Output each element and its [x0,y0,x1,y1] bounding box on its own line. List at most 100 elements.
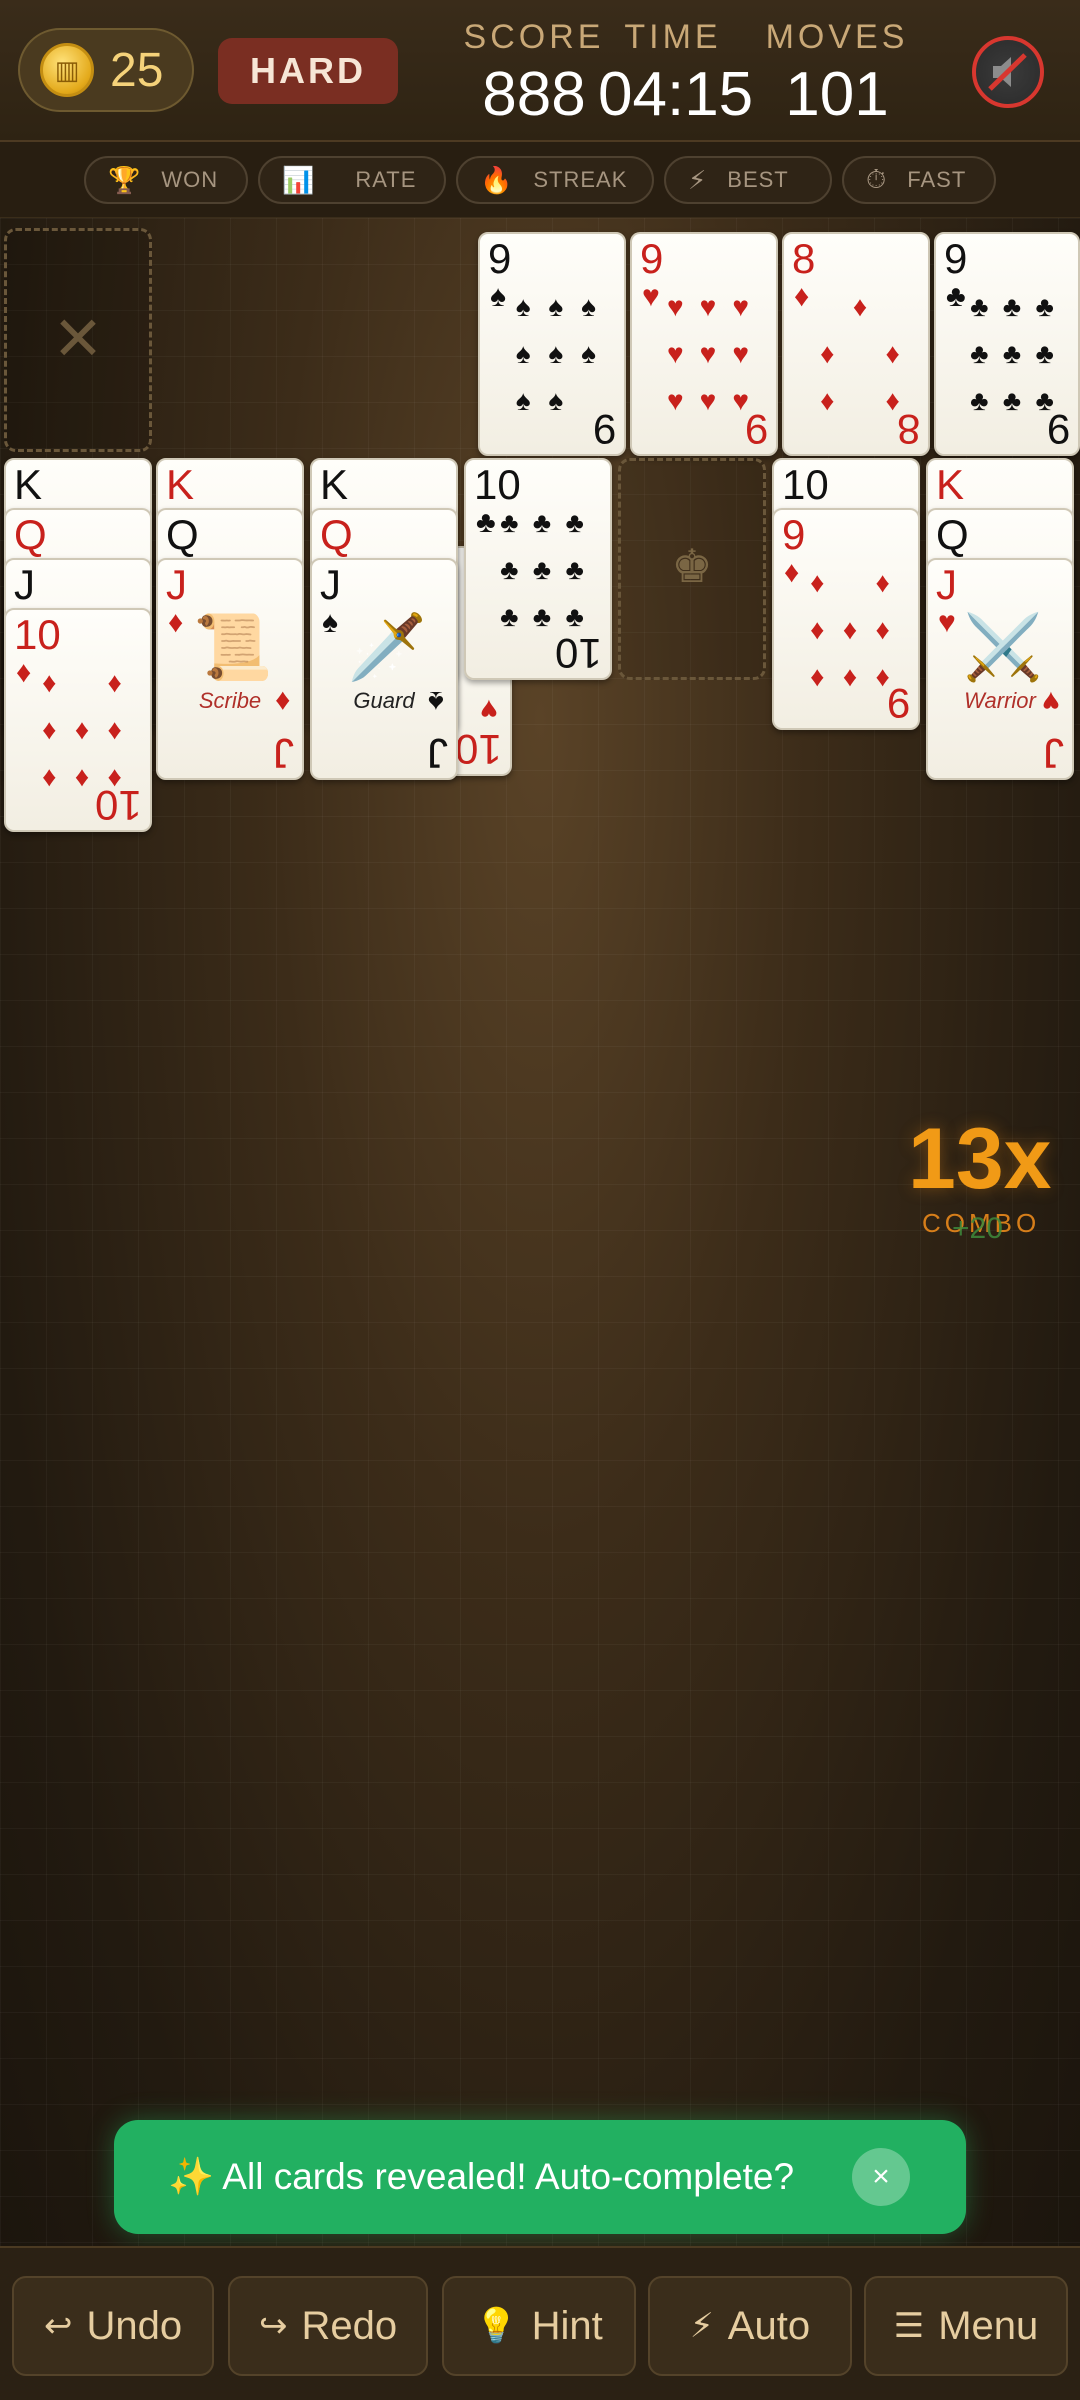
card-rank: J [936,561,957,608]
combo-bonus: +20 [952,1212,1003,1245]
card-rank: Q [166,511,199,558]
card-rank-bottom: 9 [1046,406,1070,453]
stat-pill-rate[interactable]: 📊 RATE [258,156,446,204]
card-rank: 8 [792,235,816,282]
hint-button[interactable]: 💡 Hint [442,2276,636,2376]
foundation-hearts[interactable]: 9 ♥ ♥ ♥ ♥ ♥ ♥ ♥ ♥ ♥ ♥ 9 [630,232,778,456]
stat-pill-streak[interactable]: 🔥 STREAK [456,156,654,204]
difficulty-badge[interactable]: HARD [218,38,398,104]
auto-complete-toast[interactable]: ✨ All cards revealed! Auto-complete? × [114,2120,966,2234]
stat-pill-label: STREAK [533,167,628,192]
undo-label: Undo [86,2303,183,2348]
moves-value: 101 [785,60,889,129]
sound-toggle-button[interactable] [972,36,1044,108]
card-rank: K [320,461,349,508]
stats-strip: 🏆 WON 📊 RATE 🔥 STREAK ⚡ BEST ⏱ FAST [0,142,1080,218]
card-rank-bottom: 10 [555,630,602,677]
bottom-toolbar: ↩ Undo ↪ Redo 💡 Hint ⚡ Auto ☰ Menu [0,2246,1080,2400]
redo-label: Redo [301,2303,398,2348]
card-rank-bottom: 10 [95,782,142,829]
fire-icon: 🔥 [480,164,514,195]
card-suit-bottom: ♥ [1042,685,1060,718]
card-rank-bottom: J [1043,730,1064,777]
card-rank: Q [320,511,353,558]
card-rank: J [14,561,35,608]
score-stat: SCORE 888 [444,18,624,130]
tableau-card-jack-warrior[interactable]: J ♥ ⚔️ Warrior J ♥ [926,558,1074,780]
foundation-spades[interactable]: 9 ♠ ♠ ♠ ♠ ♠ ♠ ♠ ♠ ♠ 9 [478,232,626,456]
card-rank-bottom: 8 [896,406,920,453]
redo-button[interactable]: ↪ Redo [228,2276,428,2376]
tableau-card-ten-clubs[interactable]: 10 ♣ ♣ ♣ ♣ ♣ ♣ ♣ ♣ ♣ ♣ 10 [464,458,612,680]
auto-button[interactable]: ⚡ Auto [648,2276,852,2376]
combo-multiplier: 13x [908,1111,1052,1207]
tableau-empty-slot[interactable]: ♚ [618,458,766,680]
menu-icon: ☰ [893,2307,925,2345]
menu-button[interactable]: ☰ Menu [864,2276,1068,2376]
crossed-swords-icon: ⚔️ [963,611,1043,683]
king-icon: ♚ [671,540,713,592]
card-rank: 9 [782,511,806,558]
stock-pile-empty[interactable]: × [4,228,152,452]
stat-pill-label: WON [161,167,219,192]
toast-close-button[interactable]: × [852,2148,910,2206]
stopwatch-icon: ⏱ [866,164,888,194]
stat-pill-label: BEST [727,167,789,192]
stat-pill-best[interactable]: ⚡ BEST [664,156,832,204]
toast-message: ✨ All cards revealed! Auto-complete? [168,2155,795,2197]
hint-label: Hint [531,2303,603,2348]
tableau-card-jack-guard[interactable]: J ♠ 🗡️ Guard J ♠ [310,558,458,780]
card-rank: 10 [782,461,829,508]
card-pips: ♣ ♣ ♣ ♣ ♣ ♣ ♣ ♣ ♣ [970,290,1054,417]
card-rank: Q [14,511,47,558]
card-rank: 9 [640,235,664,282]
coin-count: 25 [110,43,164,97]
moves-stat: MOVES 101 [762,18,912,130]
trophy-icon: 🏆 [108,164,142,195]
undo-button[interactable]: ↩ Undo [12,2276,214,2376]
card-rank-bottom: 10 [455,726,502,773]
card-rank: 9 [488,235,512,282]
card-pips: ♦ ♦ ♦ ♦ ♦ [820,290,900,417]
stat-pill-label: RATE [355,167,417,192]
card-rank: K [936,461,965,508]
card-rank-bottom: 9 [744,406,768,453]
tableau-card-nine-diamonds[interactable]: 9 ♦ ♦ ♦ ♦ ♦ ♦ ♦ ♦ ♦ 9 [772,508,920,730]
scroll-icon: 📜 [193,611,273,683]
undo-icon: ↩ [43,2307,73,2345]
card-suit: ♦ [784,556,800,589]
time-value: 04:15 [598,60,754,129]
card-rank: J [166,561,187,608]
coin-counter[interactable]: ▥ 25 [18,28,194,112]
card-suit: ♣ [946,280,966,313]
foundation-diamonds[interactable]: 8 ♦ ♦ ♦ ♦ ♦ ♦ 8 [782,232,930,456]
stat-pill-won[interactable]: 🏆 WON [84,156,248,204]
card-pips: ♥ ♥ ♥ ♥ ♥ ♥ ♥ ♥ ♥ [667,290,749,417]
auto-label: Auto [727,2303,811,2348]
card-rank: K [166,461,195,508]
card-suit-bottom: ♦ [274,685,290,718]
chart-icon: 📊 [282,164,316,195]
coin-icon: ▥ [40,43,94,97]
score-value: 888 [482,60,586,129]
moves-label: MOVES [765,18,909,56]
card-suit: ♦ [16,656,32,689]
card-rank: 9 [944,235,968,282]
card-suit: ♠ [490,280,506,313]
card-pips: ♠ ♠ ♠ ♠ ♠ ♠ ♠ ♠ [515,290,597,417]
time-label: TIME [624,18,722,56]
card-pips: ♦ ♦ ♦ ♦ ♦ ♦ ♦ ♦ [42,666,122,793]
foundation-clubs[interactable]: 9 ♣ ♣ ♣ ♣ ♣ ♣ ♣ ♣ ♣ ♣ 9 [934,232,1080,456]
card-rank: K [14,461,43,508]
card-suit: ♥ [642,280,660,313]
card-suit: ♥ [938,606,956,639]
close-icon: × [54,292,102,381]
stat-pill-fast[interactable]: ⏱ FAST [842,156,996,204]
lightning-icon: ⚡ [688,164,708,195]
score-label: SCORE [463,18,605,56]
close-icon: × [872,2160,890,2193]
tableau-card-jack-scribe[interactable]: J ♦ 📜 Scribe J ♦ [156,558,304,780]
tableau-card-ten-diamonds[interactable]: 10 ♦ ♦ ♦ ♦ ♦ ♦ ♦ ♦ ♦ 10 [4,608,152,832]
card-pips: ♦ ♦ ♦ ♦ ♦ ♦ ♦ ♦ [810,566,890,693]
card-suit: ♦ [168,606,184,639]
